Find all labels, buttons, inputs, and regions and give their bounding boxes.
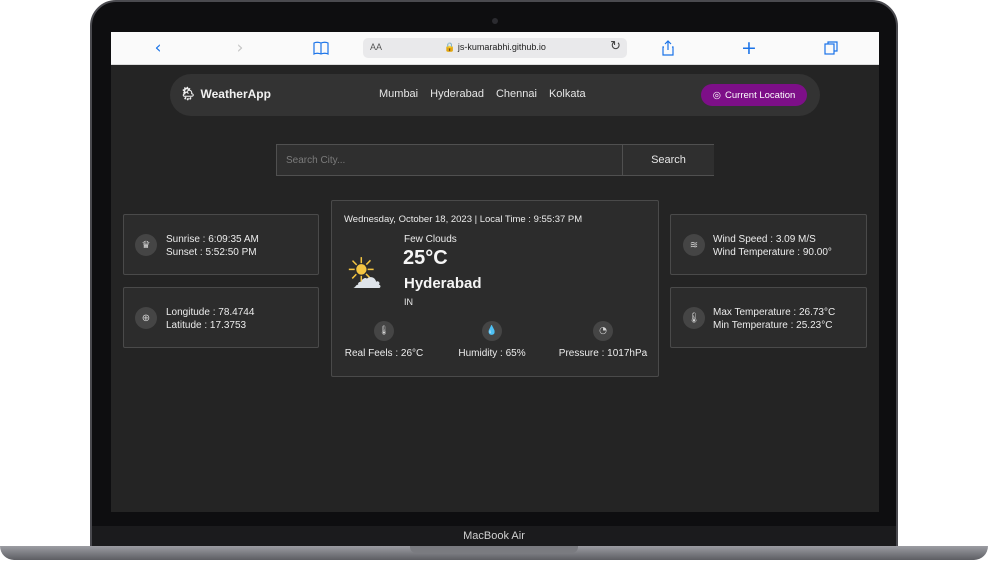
- min-temperature-text: Min Temperature : 25.23°C: [713, 320, 833, 331]
- temperature: 25°C: [403, 247, 448, 269]
- pressure-metric: ◔ Pressure : 1017hPa: [548, 321, 658, 359]
- share-icon[interactable]: [660, 38, 676, 58]
- url-label: js-kumarabhi.github.io: [457, 42, 546, 52]
- address-bar[interactable]: AA 🔒 js-kumarabhi.github.io ↻: [363, 38, 627, 58]
- longitude-text: Longitude : 78.4744: [166, 307, 255, 318]
- bookmarks-icon[interactable]: [312, 38, 330, 58]
- screen: ‹ › AA 🔒 js-kumarabhi.github.io ↻ + 🌦 We…: [111, 32, 879, 512]
- nav-city-hyderabad[interactable]: Hyderabad: [430, 88, 484, 100]
- humidity-metric: 💧 Humidity : 65%: [437, 321, 547, 359]
- city-nav: Mumbai Hyderabad Chennai Kolkata: [379, 88, 586, 100]
- coords-info: Longitude : 78.4744 Latitude : 17.3753: [166, 306, 254, 332]
- sun-info: Sunrise : 6:09:35 AM Sunset : 5:52:50 PM: [166, 233, 259, 259]
- camera: [492, 18, 498, 24]
- sun-card: ♛ Sunrise : 6:09:35 AM Sunset : 5:52:50 …: [123, 214, 319, 275]
- lock-icon: 🔒: [444, 42, 456, 52]
- search-bar: Search: [276, 144, 714, 176]
- forward-icon[interactable]: ›: [233, 38, 247, 58]
- weather-condition: Few Clouds: [404, 234, 457, 245]
- max-temperature-text: Max Temperature : 26.73°C: [713, 307, 836, 318]
- nav-city-kolkata[interactable]: Kolkata: [549, 88, 586, 100]
- wind-temperature-text: Wind Temperature : 90.00°: [713, 247, 832, 258]
- real-feels-text: Real Feels : 26°C: [344, 348, 424, 359]
- thermometer-icon: 🌡: [374, 321, 394, 341]
- thermometer-icon: 🌡: [683, 307, 705, 329]
- local-datetime: Wednesday, October 18, 2023 | Local Time…: [344, 214, 583, 225]
- pressure-text: Pressure : 1017hPa: [558, 348, 648, 359]
- wind-card: ≋ Wind Speed : 3.09 M/S Wind Temperature…: [670, 214, 867, 275]
- sunset-text: Sunset : 5:52:50 PM: [166, 247, 257, 258]
- search-input[interactable]: [277, 145, 622, 175]
- country-code: IN: [404, 297, 413, 307]
- globe-icon: ⊕: [135, 307, 157, 329]
- tabs-icon[interactable]: [823, 38, 839, 58]
- weather-logo-icon: 🌦: [180, 86, 197, 101]
- coords-card: ⊕ Longitude : 78.4744 Latitude : 17.3753: [123, 287, 319, 348]
- browser-toolbar: ‹ › AA 🔒 js-kumarabhi.github.io ↻ +: [111, 32, 879, 65]
- few-clouds-icon: ☀ ☁: [346, 251, 382, 296]
- droplet-icon: 💧: [482, 321, 502, 341]
- nav-city-chennai[interactable]: Chennai: [496, 88, 537, 100]
- temperature-range-info: Max Temperature : 26.73°C Min Temperatur…: [713, 306, 835, 332]
- reload-icon[interactable]: ↻: [610, 39, 621, 54]
- weather-app: 🌦 WeatherApp Mumbai Hyderabad Chennai Ko…: [111, 65, 879, 512]
- humidity-text: Humidity : 65%: [458, 348, 526, 359]
- new-tab-icon[interactable]: +: [741, 37, 757, 59]
- laptop-base: MacBook Air: [0, 526, 988, 568]
- url-text: 🔒 js-kumarabhi.github.io: [363, 42, 627, 53]
- search-button[interactable]: Search: [622, 145, 714, 175]
- location-target-icon: ◎: [712, 89, 722, 101]
- latitude-text: Latitude : 17.3753: [166, 320, 247, 331]
- navbar: 🌦 WeatherApp Mumbai Hyderabad Chennai Ko…: [170, 74, 820, 116]
- current-location-label: Current Location: [725, 89, 796, 101]
- sunrise-text: Sunrise : 6:09:35 AM: [166, 234, 259, 245]
- current-location-button[interactable]: ◎ Current Location: [701, 84, 807, 106]
- current-weather-card: Wednesday, October 18, 2023 | Local Time…: [331, 200, 659, 377]
- nav-city-mumbai[interactable]: Mumbai: [379, 88, 418, 100]
- wind-icon: ≋: [683, 234, 705, 256]
- back-icon[interactable]: ‹: [151, 38, 165, 58]
- device-label: MacBook Air: [463, 530, 525, 542]
- wind-info: Wind Speed : 3.09 M/S Wind Temperature :…: [713, 233, 832, 259]
- brand[interactable]: 🌦 WeatherApp: [180, 86, 271, 102]
- gauge-icon: ◔: [593, 321, 613, 341]
- laptop-chin: MacBook Air: [92, 526, 896, 546]
- real-feels-metric: 🌡 Real Feels : 26°C: [329, 321, 439, 359]
- laptop-notch: [410, 546, 578, 553]
- temperature-range-card: 🌡 Max Temperature : 26.73°C Min Temperat…: [670, 287, 867, 348]
- sunrise-icon: ♛: [135, 234, 157, 256]
- brand-name: WeatherApp: [200, 87, 271, 101]
- city-name: Hyderabad: [404, 275, 482, 292]
- wind-speed-text: Wind Speed : 3.09 M/S: [713, 234, 816, 245]
